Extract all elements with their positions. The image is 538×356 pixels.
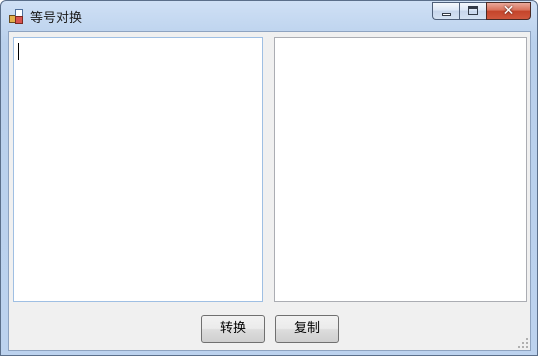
- convert-button[interactable]: 转换: [201, 315, 265, 343]
- close-icon: ✕: [502, 3, 515, 19]
- client-area: 转换 复制: [8, 31, 531, 351]
- maximize-icon: [468, 6, 478, 15]
- text-caret: [18, 43, 19, 60]
- output-textbox[interactable]: [274, 37, 527, 302]
- title-bar[interactable]: 等号对换 ✕: [1, 1, 537, 31]
- resize-grip[interactable]: [518, 338, 528, 348]
- copy-button[interactable]: 复制: [275, 315, 339, 343]
- caption-buttons: ✕: [432, 2, 531, 21]
- maximize-button[interactable]: [459, 2, 486, 20]
- app-window: 等号对换 ✕ 转换 复制: [0, 0, 538, 356]
- minimize-icon: [442, 13, 451, 16]
- close-button[interactable]: ✕: [486, 2, 531, 20]
- app-icon: [9, 9, 23, 24]
- minimize-button[interactable]: [432, 2, 459, 20]
- window-title: 等号对换: [30, 11, 83, 26]
- input-textbox[interactable]: [13, 37, 263, 302]
